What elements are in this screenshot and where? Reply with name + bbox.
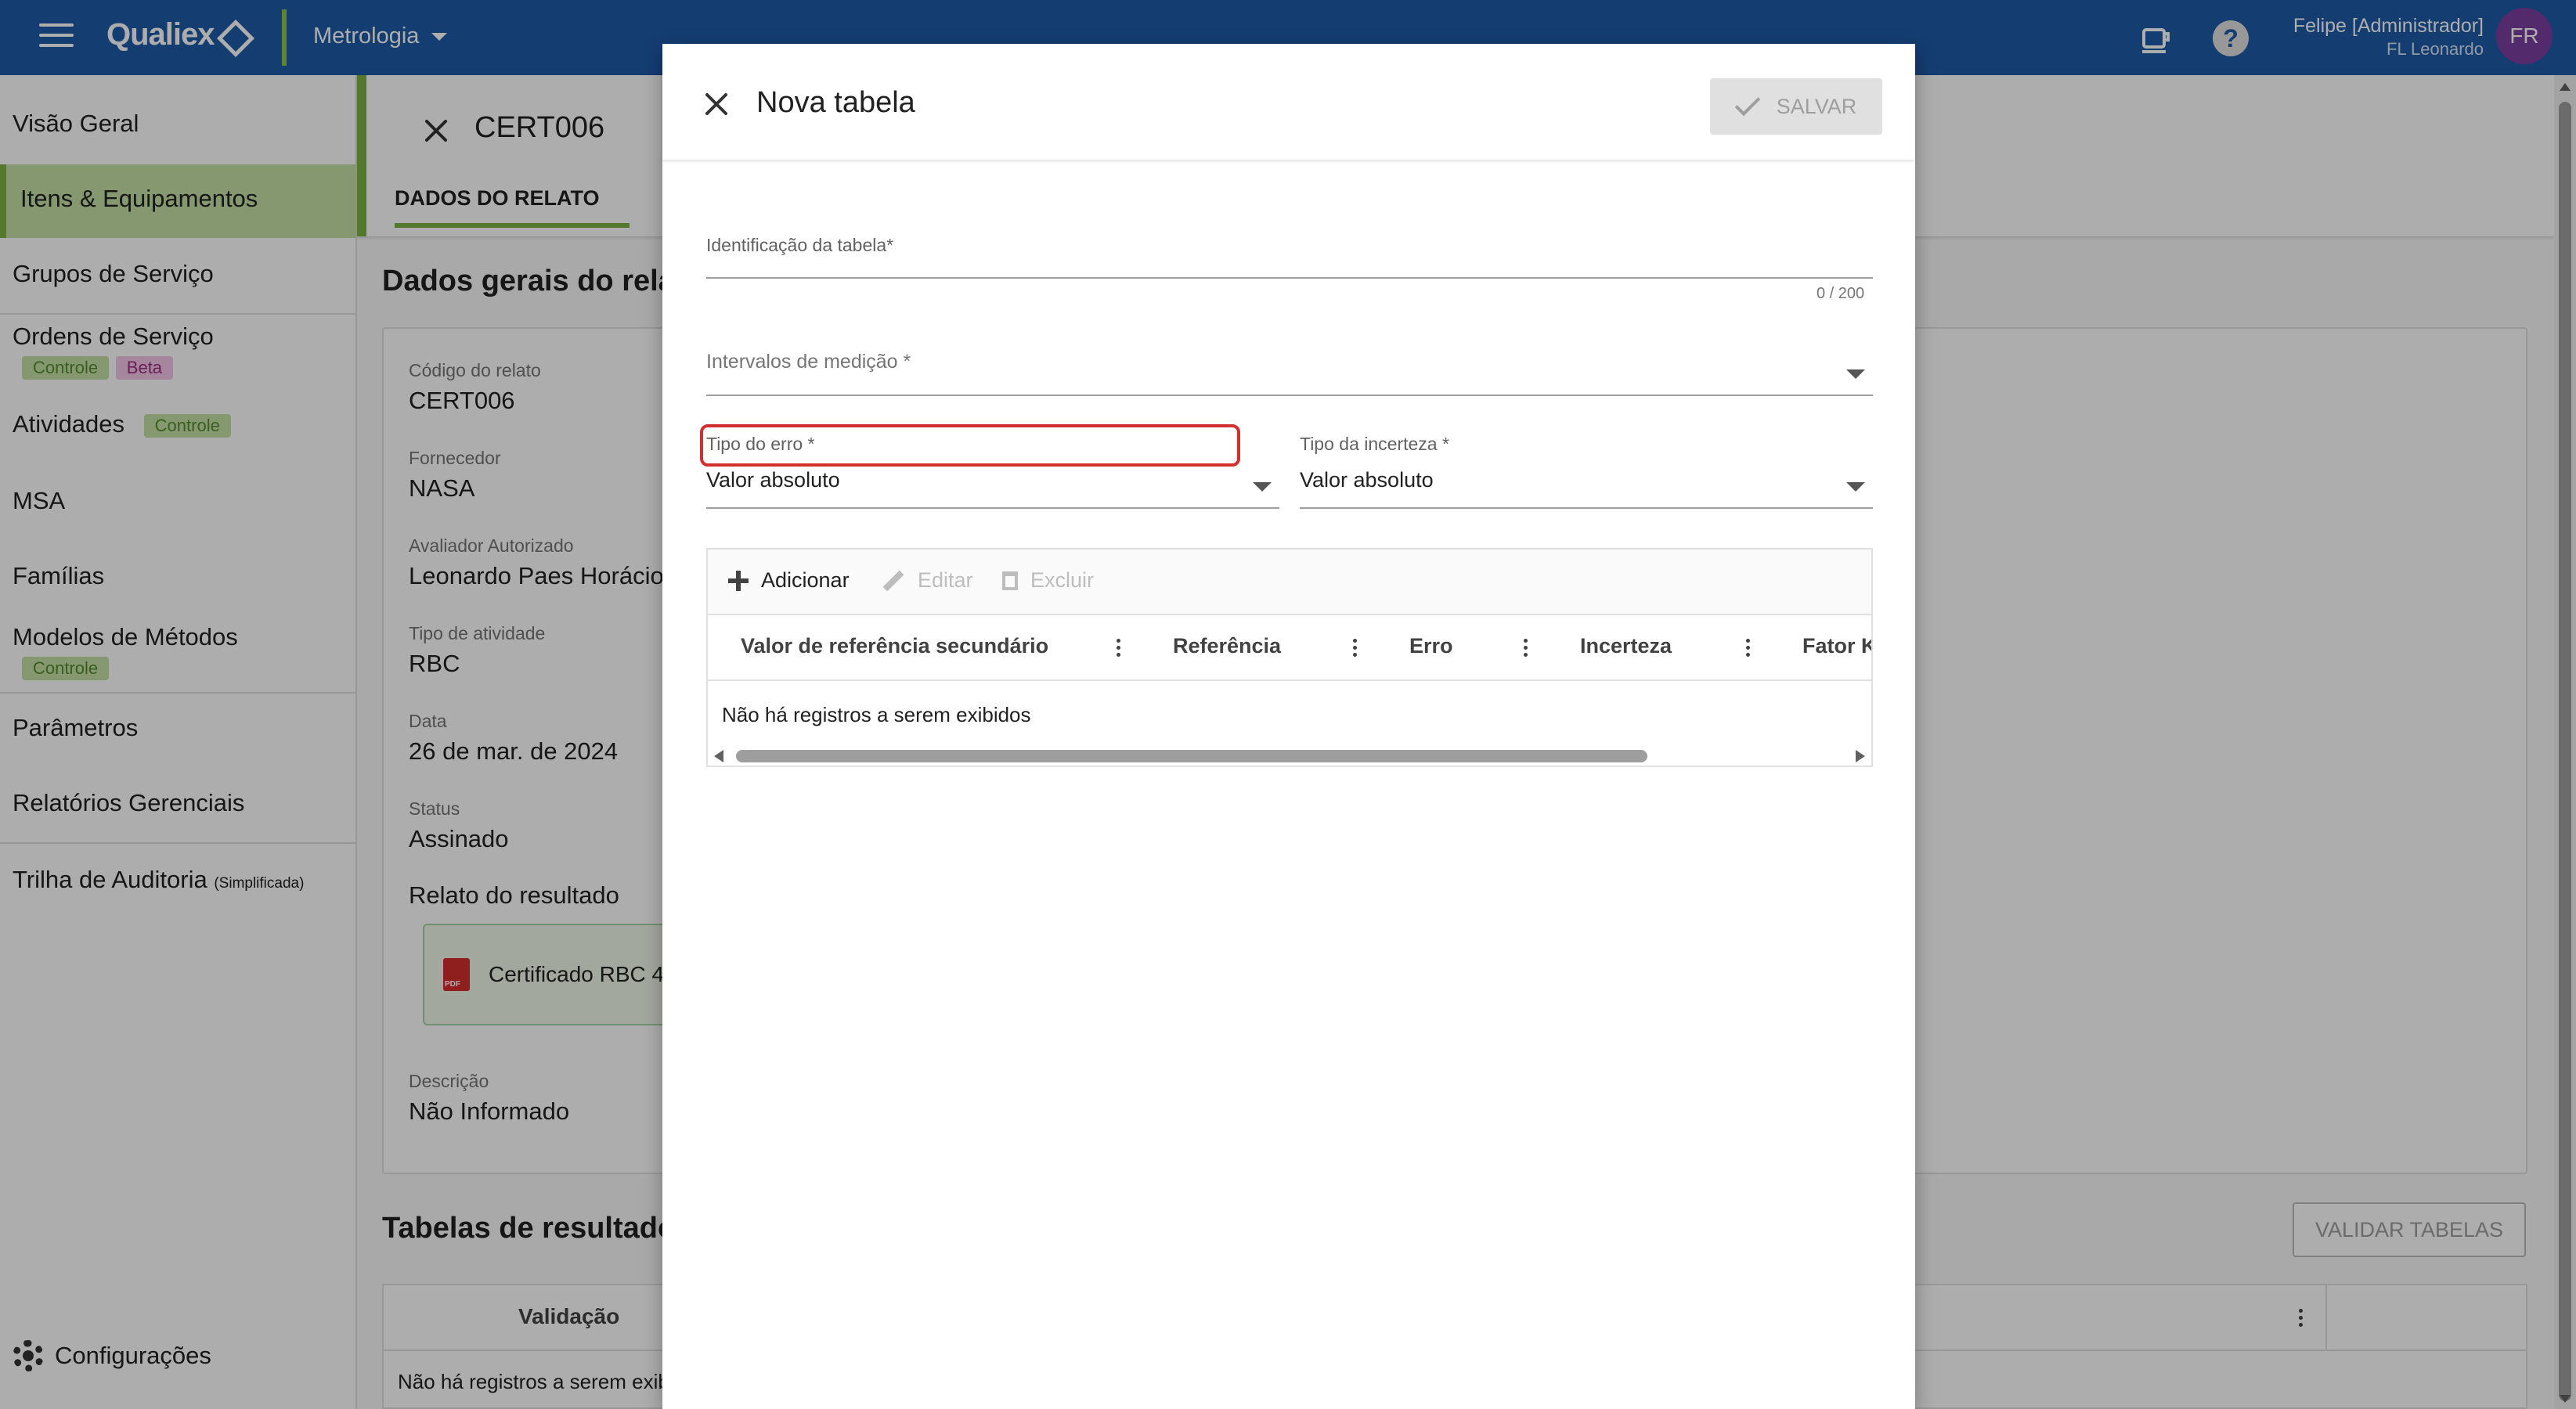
- pencil-icon: [882, 570, 904, 591]
- save-button[interactable]: SALVAR: [1710, 78, 1882, 135]
- table-id-label: Identificação da tabela*: [706, 235, 894, 255]
- scroll-right-icon[interactable]: [1856, 750, 1865, 762]
- delete-label: Excluir: [1030, 568, 1095, 592]
- column-header[interactable]: Fator K: [1802, 634, 1871, 658]
- table-id-underline: [706, 277, 1873, 279]
- column-header[interactable]: Incerteza: [1580, 634, 1672, 658]
- table-id-input[interactable]: [706, 266, 1873, 297]
- grid-empty-message: Não há registros a serem exibidos: [722, 703, 1031, 726]
- add-row-button[interactable]: Adicionar: [728, 568, 850, 593]
- trash-icon: [1002, 571, 1018, 590]
- error-type-underline: [706, 507, 1279, 509]
- char-counter: 0 / 200: [1817, 285, 1865, 302]
- chevron-down-icon[interactable]: [1253, 482, 1272, 492]
- new-table-dialog: Nova tabela SALVAR Identificação da tabe…: [662, 44, 1915, 1409]
- column-header[interactable]: Erro: [1409, 634, 1453, 658]
- column-header[interactable]: Valor de referência secundário: [741, 634, 1048, 658]
- dialog-title: Nova tabela: [756, 86, 915, 119]
- edit-label: Editar: [918, 568, 973, 592]
- plus-icon: [728, 570, 749, 591]
- add-label: Adicionar: [761, 568, 850, 592]
- error-type-label: Tipo do erro *: [706, 434, 815, 454]
- check-icon: [1734, 90, 1760, 117]
- chevron-down-icon[interactable]: [1846, 369, 1865, 379]
- column-header[interactable]: Referência: [1173, 634, 1281, 658]
- intervals-select[interactable]: Intervalos de medição *: [706, 351, 911, 373]
- measurement-grid: Adicionar Editar Excluir Valor de referê…: [706, 548, 1873, 767]
- dialog-header: Nova tabela SALVAR: [662, 44, 1915, 160]
- column-menu-icon[interactable]: [1117, 639, 1121, 658]
- scroll-left-icon[interactable]: [714, 750, 723, 762]
- grid-toolbar: Adicionar Editar Excluir: [708, 550, 1871, 615]
- column-menu-icon[interactable]: [1524, 639, 1528, 658]
- intervals-underline: [706, 395, 1873, 396]
- grid-header: Valor de referência secundário Referênci…: [708, 615, 1871, 681]
- uncertainty-type-underline: [1300, 507, 1873, 509]
- edit-row-button[interactable]: Editar: [882, 568, 973, 593]
- grid-horizontal-scrollbar[interactable]: [708, 742, 1871, 766]
- chevron-down-icon[interactable]: [1846, 482, 1865, 492]
- error-type-select[interactable]: Valor absoluto: [706, 468, 840, 492]
- uncertainty-type-label: Tipo da incerteza *: [1300, 434, 1449, 454]
- close-icon[interactable]: [703, 91, 730, 117]
- save-label: SALVAR: [1776, 94, 1857, 118]
- delete-row-button[interactable]: Excluir: [1002, 568, 1094, 593]
- column-menu-icon[interactable]: [1353, 639, 1358, 658]
- scrollbar-thumb[interactable]: [736, 750, 1647, 762]
- column-menu-icon[interactable]: [1746, 639, 1751, 658]
- uncertainty-type-select[interactable]: Valor absoluto: [1300, 468, 1434, 492]
